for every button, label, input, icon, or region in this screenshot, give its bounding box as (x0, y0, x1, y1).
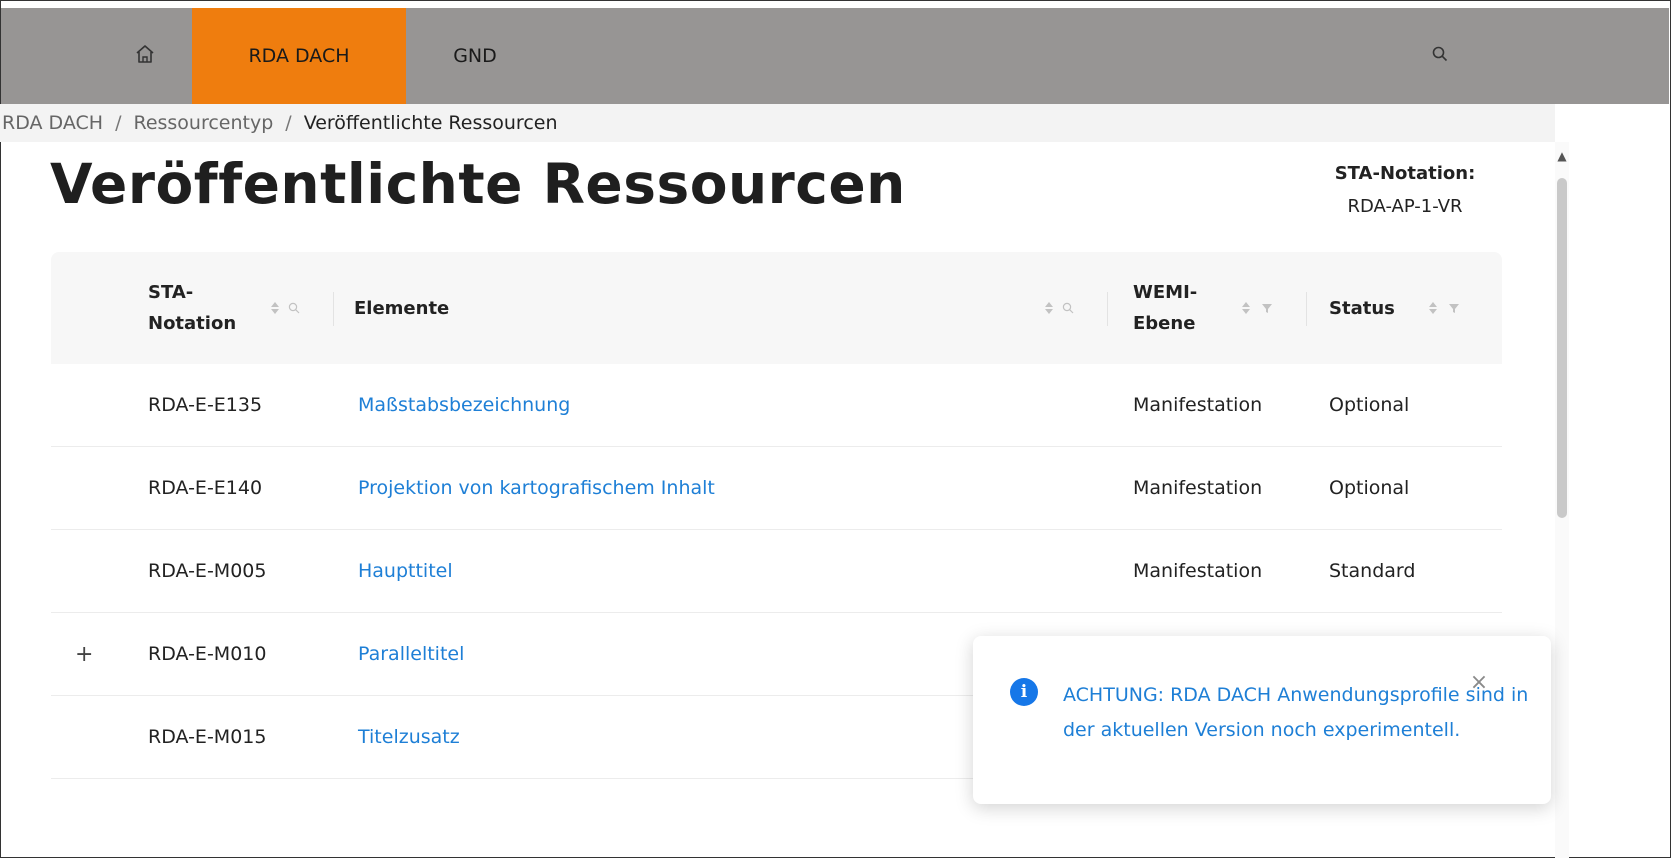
element-link[interactable]: Haupttitel (358, 530, 453, 612)
sta-notation-label: STA-Notation: (1334, 163, 1476, 184)
nav-tab-label: GND (453, 45, 497, 67)
breadcrumb-current: Veröffentlichte Ressourcen (303, 112, 558, 134)
column-header-sta-notation[interactable]: STA- Notation (148, 252, 236, 364)
nav-tab-label: RDA DACH (248, 45, 350, 67)
cell-wemi: Manifestation (1133, 394, 1263, 416)
header-label-line: Notation (148, 313, 237, 334)
column-header-status[interactable]: Status (1329, 252, 1395, 364)
sort-elemente-control[interactable] (1044, 296, 1074, 320)
search-icon[interactable] (288, 302, 300, 314)
column-divider (333, 292, 334, 326)
header-label-line: WEMI- (1133, 282, 1198, 303)
nav-tab-rda-dach[interactable]: RDA DACH (192, 8, 406, 104)
row-expand-button[interactable]: + (75, 613, 93, 695)
header-label-line: STA- (148, 282, 194, 303)
cell-status: Optional (1329, 477, 1410, 499)
header-label: Status (1329, 297, 1395, 319)
cell-wemi: Manifestation (1133, 477, 1263, 499)
table-row: RDA-E-E140 Projektion von kartografische… (51, 447, 1502, 530)
search-button[interactable] (1410, 8, 1470, 104)
cell-notation: RDA-E-M005 (148, 560, 267, 582)
sort-notation-control[interactable] (270, 296, 300, 320)
column-header-wemi-ebene[interactable]: WEMI- Ebene (1133, 252, 1197, 364)
cell-wemi: Manifestation (1133, 560, 1263, 582)
cell-notation: RDA-E-M010 (148, 643, 267, 665)
close-icon[interactable]: × (1467, 670, 1491, 695)
sort-status-control[interactable] (1428, 296, 1460, 320)
column-header-elemente[interactable]: Elemente (354, 252, 449, 364)
column-divider (1107, 292, 1108, 326)
notification-message: ACHTUNG: RDA DACH Anwendungsprofile sind… (1063, 684, 1529, 741)
sort-icon[interactable] (1428, 300, 1438, 316)
sort-wemi-control[interactable] (1241, 296, 1273, 320)
column-divider (1306, 292, 1307, 326)
element-link[interactable]: Titelzusatz (358, 696, 460, 778)
sta-notation-value: RDA-AP-1-VR (1347, 196, 1463, 217)
cell-notation: RDA-E-E135 (148, 394, 263, 416)
filter-icon[interactable] (1448, 302, 1460, 314)
header-label-line: Ebene (1133, 313, 1196, 334)
sta-notation-box: STA-Notation: RDA-AP-1-VR (1300, 163, 1510, 217)
breadcrumb-separator: / (285, 112, 292, 134)
search-icon[interactable] (1062, 302, 1074, 314)
breadcrumb-link-rda-dach[interactable]: RDA DACH (2, 112, 103, 134)
filter-icon[interactable] (1261, 302, 1273, 314)
element-link[interactable]: Paralleltitel (358, 613, 464, 695)
table-row: RDA-E-E135 Maßstabsbezeichnung Manifesta… (51, 364, 1502, 447)
search-icon (1431, 45, 1449, 67)
page-title: Veröffentlichte Ressourcen (50, 152, 906, 216)
breadcrumb-separator: / (115, 112, 122, 134)
table-row: RDA-E-M005 Haupttitel Manifestation Stan… (51, 530, 1502, 613)
sort-icon[interactable] (270, 300, 280, 316)
cell-status: Standard (1329, 560, 1416, 582)
scrollbar-thumb[interactable] (1557, 178, 1567, 518)
cell-status: Optional (1329, 394, 1410, 416)
nav-tab-gnd[interactable]: GND (430, 8, 520, 104)
sort-icon[interactable] (1044, 300, 1054, 316)
cell-notation: RDA-E-M015 (148, 726, 267, 748)
notification-toast: i ACHTUNG: RDA DACH Anwendungsprofile si… (973, 636, 1551, 804)
home-icon (134, 43, 156, 69)
info-icon: i (1010, 678, 1038, 706)
table-header: STA- Notation Elemente WEMI- Ebene Status (51, 252, 1502, 364)
element-link[interactable]: Projektion von kartografischem Inhalt (358, 447, 715, 529)
sort-icon[interactable] (1241, 300, 1251, 316)
home-button[interactable] (105, 8, 185, 104)
cell-notation: RDA-E-E140 (148, 477, 263, 499)
breadcrumb-link-ressourcentyp[interactable]: Ressourcentyp (133, 112, 273, 134)
element-link[interactable]: Maßstabsbezeichnung (358, 364, 570, 446)
header-label: Elemente (354, 297, 450, 319)
breadcrumb: RDA DACH / Ressourcentyp / Veröffentlich… (0, 104, 1555, 142)
scroll-up-arrow-icon[interactable]: ▲ (1557, 148, 1567, 164)
